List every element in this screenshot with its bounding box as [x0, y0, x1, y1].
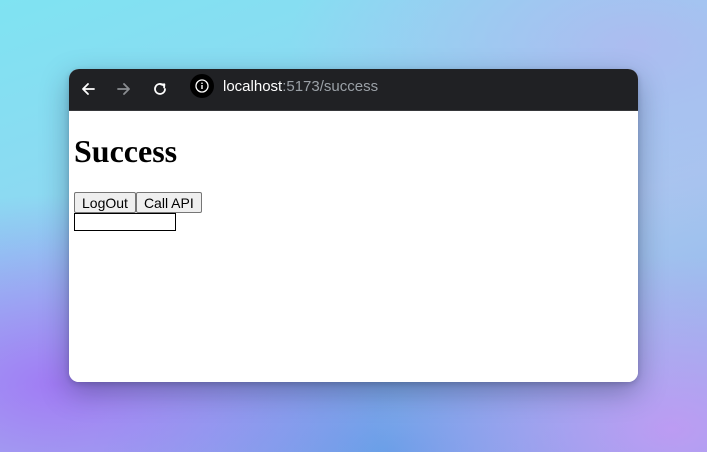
button-row: LogOut Call API [74, 192, 633, 213]
back-arrow-icon [82, 83, 95, 95]
back-button[interactable] [76, 77, 100, 101]
reload-icon [154, 83, 166, 95]
info-icon [195, 79, 209, 93]
text-input[interactable] [74, 213, 176, 231]
page-content: Success LogOut Call API [69, 111, 638, 382]
call-api-button[interactable]: Call API [135, 192, 202, 213]
logout-button[interactable]: LogOut [74, 192, 136, 213]
forward-arrow-icon [117, 83, 130, 95]
site-info-button[interactable] [190, 74, 214, 98]
forward-button[interactable] [112, 77, 136, 101]
reload-button[interactable] [148, 77, 172, 101]
browser-window: localhost:5173/success Success LogOut Ca… [69, 69, 638, 382]
browser-toolbar: localhost:5173/success [69, 69, 638, 111]
address-bar[interactable]: localhost:5173/success [223, 78, 378, 96]
page-title: Success [74, 133, 178, 169]
url-host: localhost [223, 78, 283, 95]
url-path: :5173/success [282, 78, 379, 95]
